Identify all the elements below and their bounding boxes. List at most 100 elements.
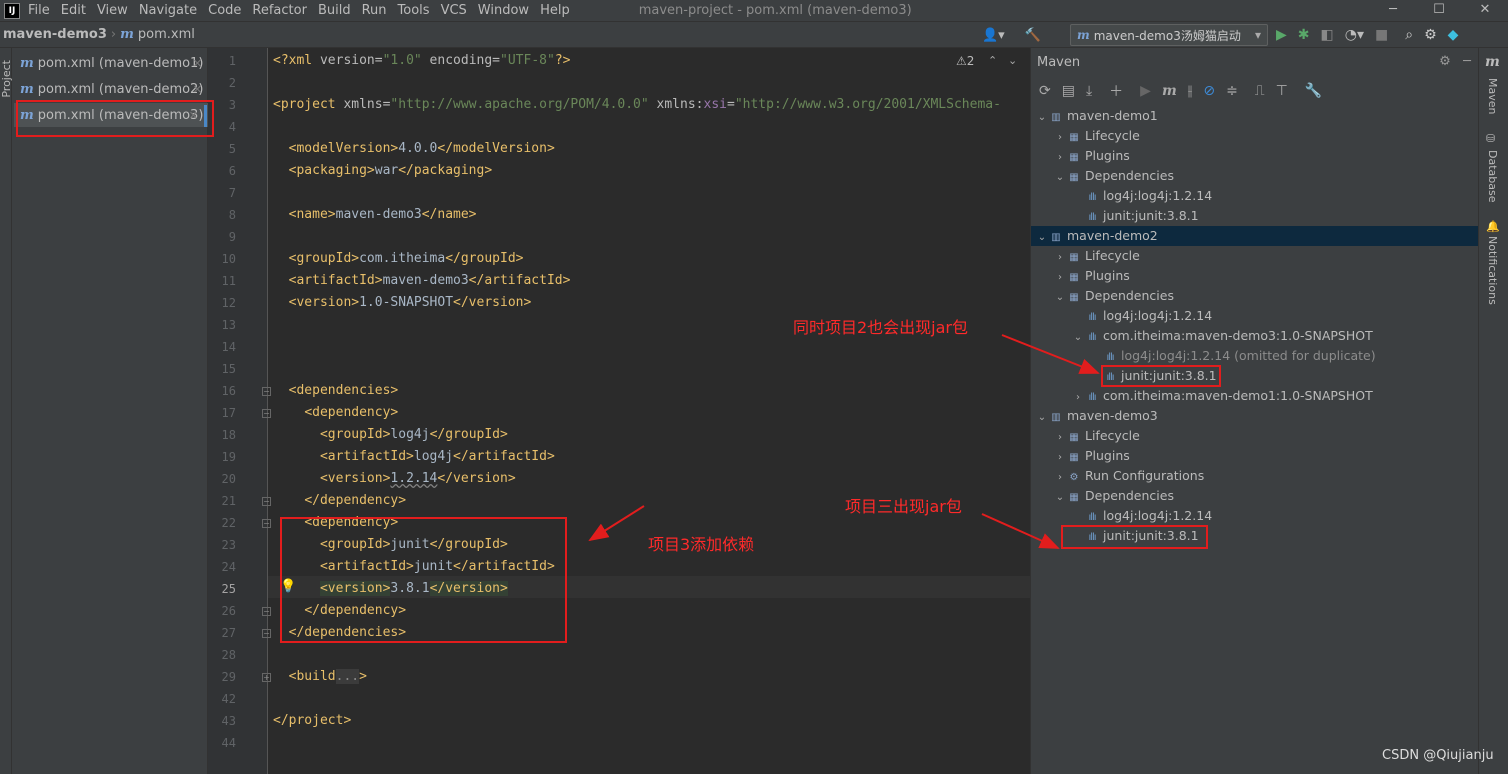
maven-strip-icon[interactable]: m xyxy=(1485,54,1500,70)
chevron-right-icon[interactable]: › xyxy=(1053,248,1067,268)
chevron-down-icon[interactable]: ⌄ xyxy=(1071,328,1085,348)
chevron-right-icon[interactable]: › xyxy=(1053,268,1067,288)
chevron-right-icon[interactable]: › xyxy=(1053,128,1067,148)
tree-node[interactable]: › ıllı com.itheima:maven-demo1:1.0-SNAPSHO… xyxy=(1031,386,1479,406)
chevron-down-icon[interactable]: ⌄ xyxy=(1035,228,1049,248)
tree-node[interactable]: › ▦ Plugins xyxy=(1031,146,1479,166)
coverage-icon[interactable]: ◧ xyxy=(1321,27,1334,43)
tree-node[interactable]: ıllı log4j:log4j:1.2.14 xyxy=(1031,186,1479,206)
user-icon[interactable]: 👤▾ xyxy=(982,28,1005,43)
debug-icon[interactable]: ✱ xyxy=(1298,27,1310,43)
fold-marker-icon[interactable]: − xyxy=(262,629,271,638)
tree-node[interactable]: › ▦ Lifecycle xyxy=(1031,426,1479,446)
code-line-1: <?xml version="1.0" encoding="UTF-8"?> xyxy=(273,53,571,68)
run-configuration-select[interactable]: m maven-demo3汤姆猫启动 ▾ xyxy=(1070,24,1268,46)
tree-node[interactable]: ⌄ ▦ Dependencies xyxy=(1031,286,1479,306)
execute-goal-icon[interactable]: m xyxy=(1162,83,1177,99)
menu-tools[interactable]: Tools xyxy=(398,3,430,18)
database-tool-button[interactable]: Database xyxy=(1486,150,1499,203)
menu-navigate[interactable]: Navigate xyxy=(139,3,197,18)
fold-marker-icon[interactable]: + xyxy=(262,673,271,682)
chevron-right-icon[interactable]: › xyxy=(1053,448,1067,468)
menu-help[interactable]: Help xyxy=(540,3,570,18)
tree-node[interactable]: ⌄ ▥ maven-demo2 xyxy=(1031,226,1479,246)
menu-vcs[interactable]: VCS xyxy=(441,3,467,18)
menu-edit[interactable]: Edit xyxy=(61,3,86,18)
jetbrains-toolbox-icon[interactable]: ◆ xyxy=(1448,27,1459,43)
code-editor[interactable]: ⚠2 ⌃ ⌄ <?xml version="1.0" encoding="UTF… xyxy=(268,48,1030,774)
chevron-down-icon[interactable]: ⌄ xyxy=(1053,288,1067,308)
chevron-down-icon[interactable]: ⌄ xyxy=(1035,408,1049,428)
add-icon[interactable]: ＋ xyxy=(1109,81,1123,101)
stop-icon[interactable]: ■ xyxy=(1375,27,1388,43)
chevron-right-icon[interactable]: › xyxy=(1053,468,1067,488)
settings-gear-icon[interactable]: ⚙ xyxy=(1424,27,1437,43)
fold-marker-icon[interactable]: − xyxy=(262,409,271,418)
tree-node[interactable]: › ▦ Plugins xyxy=(1031,266,1479,286)
toggle-offline-icon[interactable]: ⫲ xyxy=(1188,83,1193,99)
expand-all-icon[interactable]: ⊤ xyxy=(1276,83,1288,99)
inspection-warning-badge[interactable]: ⚠2 xyxy=(956,54,974,68)
tree-node[interactable]: ⌄ ıllı com.itheima:maven-demo3:1.0-SNAPSHO… xyxy=(1031,326,1479,346)
tree-node[interactable]: ıllı log4j:log4j:1.2.14 (omitted for dupl… xyxy=(1031,346,1479,366)
reload-folder-icon[interactable]: ▤ xyxy=(1062,83,1075,99)
tree-node[interactable]: › ▦ Lifecycle xyxy=(1031,126,1479,146)
chevron-down-icon[interactable]: ⌄ xyxy=(1053,168,1067,188)
chevron-right-icon[interactable]: › xyxy=(1053,428,1067,448)
close-icon[interactable]: ✕ xyxy=(193,83,202,96)
fold-marker-icon[interactable]: − xyxy=(262,387,271,396)
fold-marker-icon[interactable]: − xyxy=(262,497,271,506)
tab-pom-demo1[interactable]: m pom.xml (maven-demo1) ✕ xyxy=(14,51,208,75)
run-icon[interactable]: ▶ xyxy=(1140,83,1151,99)
chevron-right-icon[interactable]: › xyxy=(1053,148,1067,168)
build-hammer-icon[interactable]: 🔨 xyxy=(1025,28,1041,43)
close-icon[interactable]: ✕ xyxy=(193,57,202,70)
reload-icon[interactable]: ⟳ xyxy=(1039,83,1051,99)
menu-run[interactable]: Run xyxy=(362,3,387,18)
hide-icon[interactable]: ─ xyxy=(1463,54,1471,69)
fold-marker-icon[interactable]: − xyxy=(262,607,271,616)
tree-node[interactable]: › ▦ Lifecycle xyxy=(1031,246,1479,266)
fold-marker-icon[interactable]: − xyxy=(262,519,271,528)
run-icon[interactable]: ▶ xyxy=(1276,27,1287,43)
navigation-bar: maven-demo3 › m pom.xml 👤▾ 🔨 m maven-dem… xyxy=(0,22,1508,48)
tree-node[interactable]: ıllı junit:junit:3.8.1 xyxy=(1031,206,1479,226)
chevron-down-icon[interactable]: ⌄ xyxy=(1053,488,1067,508)
chevron-down-icon[interactable]: ⌄ xyxy=(1008,54,1017,67)
chevron-up-icon[interactable]: ⌃ xyxy=(988,54,997,67)
menu-code[interactable]: Code xyxy=(208,3,241,18)
maximize-icon[interactable]: ☐ xyxy=(1416,0,1462,22)
tree-node[interactable]: ⌄ ▥ maven-demo3 xyxy=(1031,406,1479,426)
chevron-down-icon[interactable]: ⌄ xyxy=(1035,108,1049,128)
skip-tests-icon[interactable]: ⊘ xyxy=(1203,83,1215,99)
minimize-icon[interactable]: ─ xyxy=(1370,0,1416,22)
download-icon[interactable]: ⤓ xyxy=(1086,83,1092,99)
tree-node[interactable]: ıllı log4j:log4j:1.2.14 xyxy=(1031,506,1479,526)
show-dependencies-icon[interactable]: ⎍ xyxy=(1255,83,1265,99)
tree-node[interactable]: ıllı log4j:log4j:1.2.14 xyxy=(1031,306,1479,326)
menu-view[interactable]: View xyxy=(97,3,128,18)
maven-tool-button[interactable]: Maven xyxy=(1486,78,1499,114)
menu-build[interactable]: Build xyxy=(318,3,351,18)
tree-node[interactable]: ⌄ ▥ maven-demo1 xyxy=(1031,106,1479,126)
intellij-logo-icon[interactable]: IJ xyxy=(4,2,20,19)
tree-node[interactable]: › ⚙ Run Configurations xyxy=(1031,466,1479,486)
breadcrumb-file[interactable]: pom.xml xyxy=(138,27,195,42)
search-icon[interactable]: ⌕ xyxy=(1405,27,1413,43)
maven-settings-icon[interactable]: 🔧 xyxy=(1305,83,1322,99)
profile-icon[interactable]: ◔▾ xyxy=(1345,27,1364,43)
notifications-tool-button[interactable]: Notifications xyxy=(1486,236,1499,305)
menu-window[interactable]: Window xyxy=(478,3,529,18)
close-window-icon[interactable]: ✕ xyxy=(1462,0,1508,22)
tab-pom-demo2[interactable]: m pom.xml (maven-demo2) ✕ xyxy=(14,77,208,101)
chevron-right-icon[interactable]: › xyxy=(1071,388,1085,408)
tree-node[interactable]: ıllı junit:junit:3.8.1 xyxy=(1031,366,1479,386)
menu-refactor[interactable]: Refactor xyxy=(252,3,307,18)
menu-file[interactable]: File xyxy=(28,3,50,18)
tree-node[interactable]: › ▦ Plugins xyxy=(1031,446,1479,466)
collapse-all-icon[interactable]: ≑ xyxy=(1226,83,1238,99)
tree-node[interactable]: ⌄ ▦ Dependencies xyxy=(1031,486,1479,506)
breadcrumb-project[interactable]: maven-demo3 xyxy=(3,27,107,42)
tree-node[interactable]: ⌄ ▦ Dependencies xyxy=(1031,166,1479,186)
settings-gear-icon[interactable]: ⚙ xyxy=(1439,54,1451,69)
